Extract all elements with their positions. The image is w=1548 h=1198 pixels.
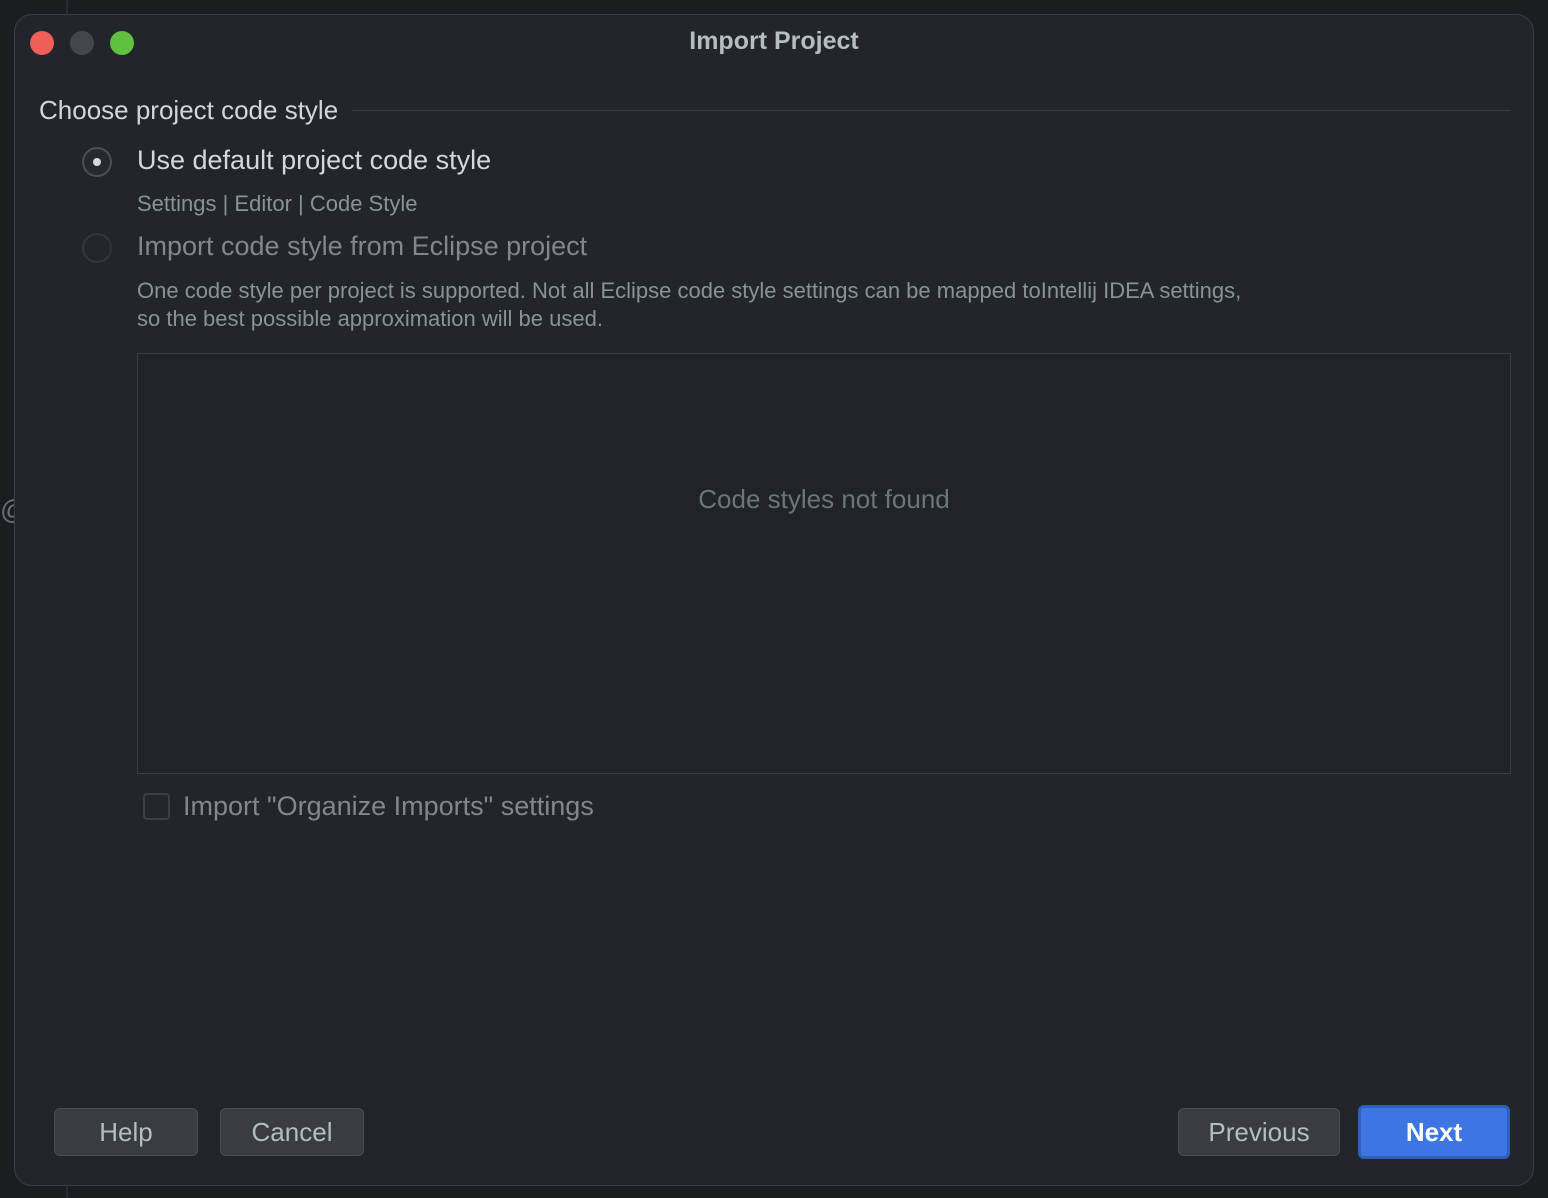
radio-label-import-eclipse[interactable]: Import code style from Eclipse project [137,231,587,262]
description-line-1: One code style per project is supported.… [137,278,1242,303]
window-title: Import Project [689,27,859,55]
title-bar[interactable]: Import Project [15,15,1533,71]
organize-imports-label[interactable]: Import "Organize Imports" settings [183,791,594,822]
help-button[interactable]: Help [54,1108,198,1156]
previous-button[interactable]: Previous [1178,1108,1340,1156]
code-style-settings-path: Settings | Editor | Code Style [137,191,418,216]
next-button[interactable]: Next [1358,1105,1510,1159]
description-line-2: so the best possible approximation will … [137,306,603,331]
empty-list-text: Code styles not found [698,484,950,514]
cancel-button[interactable]: Cancel [220,1108,364,1156]
radio-import-eclipse-code-style[interactable] [82,233,112,263]
eclipse-import-description: One code style per project is supported.… [137,277,1437,333]
section-title: Choose project code style [39,95,339,125]
radio-use-default-code-style[interactable] [82,147,112,177]
radio-label-use-default[interactable]: Use default project code style [137,145,491,176]
code-styles-list[interactable]: Code styles not found [137,353,1511,774]
section-divider [352,110,1511,111]
section-header: Choose project code style [39,95,1511,126]
organize-imports-checkbox[interactable] [143,793,170,820]
import-project-dialog: Import Project Choose project code style… [14,14,1534,1186]
